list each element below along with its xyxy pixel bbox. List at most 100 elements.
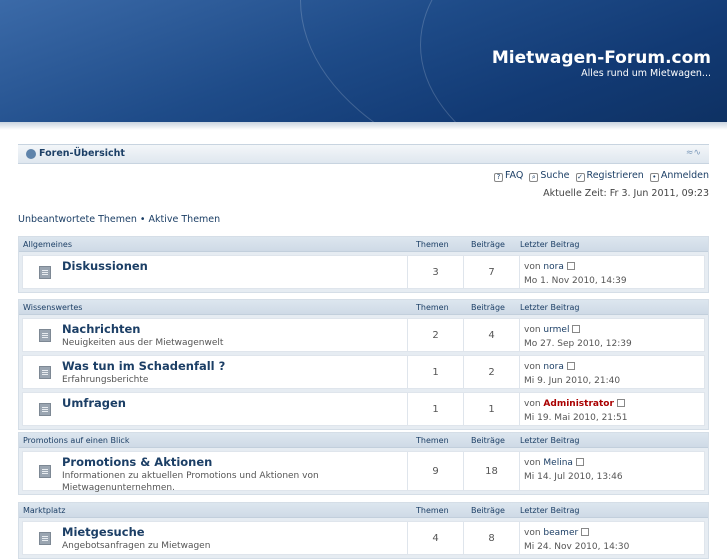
last-post-date: Mo 1. Nov 2010, 14:39 [524, 276, 627, 286]
faq-link[interactable]: ? FAQ [493, 170, 523, 182]
post-count: 8 [463, 522, 519, 554]
last-post-author[interactable]: urmel [543, 325, 569, 335]
forum-title[interactable]: Diskussionen [62, 259, 148, 273]
col-posts: Beiträge [471, 303, 505, 312]
by-prefix: von [524, 262, 541, 272]
search-link[interactable]: ⌕ Suche [529, 170, 570, 182]
login-link[interactable]: • Anmelden [649, 170, 709, 182]
site-description: Alles rund um Mietwagen... [581, 68, 711, 79]
forum-row: Mietgesuche Angebotsanfragen zu Mietwage… [22, 521, 705, 555]
last-post: von beamer Mi 24. Nov 2010, 14:30 [519, 522, 711, 554]
category-title[interactable]: Allgemeines [23, 240, 72, 249]
site-header: Mietwagen-Forum.com Alles rund um Mietwa… [0, 0, 727, 122]
by-prefix: von [524, 399, 541, 409]
view-latest-post-icon[interactable] [581, 528, 590, 536]
view-latest-post-icon[interactable] [575, 458, 584, 466]
category-header: Promotions auf einen Blick Themen Beiträ… [19, 433, 708, 448]
last-post-author[interactable]: Administrator [543, 399, 613, 409]
col-posts: Beiträge [471, 506, 505, 515]
last-post-author[interactable]: beamer [543, 528, 578, 538]
last-post: von nora Mo 1. Nov 2010, 14:39 [519, 256, 711, 288]
breadcrumb[interactable]: Foren-Übersicht [26, 148, 125, 159]
last-post-author[interactable]: nora [543, 262, 563, 272]
forum-row: Diskussionen 3 7 von nora Mo 1. Nov 2010… [22, 255, 705, 289]
search-icon: ⌕ [529, 173, 539, 182]
forum-title[interactable]: Umfragen [62, 396, 126, 410]
last-post-date: Mi 19. Mai 2010, 21:51 [524, 413, 628, 423]
col-topics: Themen [416, 506, 449, 515]
forum-row: Umfragen 1 1 von Administrator Mi 19. Ma… [22, 392, 705, 426]
post-count: 2 [463, 356, 519, 388]
forum-index-link[interactable]: Foren-Übersicht [39, 148, 125, 159]
view-latest-post-icon[interactable] [566, 362, 575, 370]
post-count: 7 [463, 256, 519, 288]
forum-description: Informationen zu aktuellen Promotions un… [62, 471, 319, 493]
category-title[interactable]: Wissenswertes [23, 303, 82, 312]
topic-count: 3 [407, 256, 463, 288]
category-allgemeines: Allgemeines Themen Beiträge Letzter Beit… [18, 236, 709, 293]
register-link[interactable]: ✓ Registrieren [575, 170, 644, 182]
current-time: Aktuelle Zeit: Fr 3. Jun 2011, 09:23 [543, 188, 709, 199]
last-post-author[interactable]: Melina [543, 458, 573, 468]
category-header: Wissenswertes Themen Beiträge Letzter Be… [19, 300, 708, 315]
separator: • [139, 214, 146, 225]
unanswered-topics-link[interactable]: Unbeantwortete Themen [18, 214, 137, 225]
forum-row: Nachrichten Neuigkeiten aus der Mietwage… [22, 318, 705, 352]
topic-count: 9 [407, 452, 463, 490]
forum-description: Erfahrungsberichte [62, 375, 149, 385]
last-post-date: Mo 27. Sep 2010, 12:39 [524, 339, 632, 349]
forum-row: Was tun im Schadenfall ? Erfahrungsberic… [22, 355, 705, 389]
view-latest-post-icon[interactable] [572, 325, 581, 333]
last-post-author[interactable]: nora [543, 362, 563, 372]
help-icon: ? [493, 173, 503, 182]
header-shadow [0, 122, 727, 130]
category-header: Allgemeines Themen Beiträge Letzter Beit… [19, 237, 708, 252]
last-post: von nora Mi 9. Jun 2010, 21:40 [519, 356, 711, 388]
col-last: Letzter Beitrag [520, 303, 580, 312]
forum-icon [39, 329, 51, 342]
view-latest-post-icon[interactable] [566, 262, 575, 270]
post-count: 4 [463, 319, 519, 351]
quick-links: Unbeantwortete Themen • Aktive Themen [18, 214, 220, 225]
forum-icon [39, 366, 51, 379]
topic-count: 1 [407, 356, 463, 388]
category-wissenswertes: Wissenswertes Themen Beiträge Letzter Be… [18, 299, 709, 430]
by-prefix: von [524, 528, 541, 538]
col-topics: Themen [416, 303, 449, 312]
forum-description: Neuigkeiten aus der Mietwagenwelt [62, 338, 224, 348]
last-post-date: Mi 9. Jun 2010, 21:40 [524, 376, 621, 386]
last-post-date: Mi 14. Jul 2010, 13:46 [524, 472, 623, 482]
category-header: Marktplatz Themen Beiträge Letzter Beitr… [19, 503, 708, 518]
forum-title[interactable]: Promotions & Aktionen [62, 455, 212, 469]
home-icon [26, 148, 36, 159]
col-posts: Beiträge [471, 436, 505, 445]
navbar: Foren-Übersicht ≈∿ [18, 144, 709, 164]
by-prefix: von [524, 362, 541, 372]
forum-icon [39, 532, 51, 545]
col-last: Letzter Beitrag [520, 506, 580, 515]
forum-description: Angebotsanfragen zu Mietwagen [62, 541, 211, 551]
forum-title[interactable]: Mietgesuche [62, 525, 145, 539]
forum-icon [39, 465, 51, 478]
col-last: Letzter Beitrag [520, 436, 580, 445]
register-icon: ✓ [575, 173, 585, 182]
forum-icon [39, 403, 51, 416]
topic-count: 2 [407, 319, 463, 351]
by-prefix: von [524, 458, 541, 468]
category-marktplatz: Marktplatz Themen Beiträge Letzter Beitr… [18, 502, 709, 559]
forum-title[interactable]: Nachrichten [62, 322, 141, 336]
topic-count: 4 [407, 522, 463, 554]
last-post-date: Mi 24. Nov 2010, 14:30 [524, 542, 630, 552]
col-last: Letzter Beitrag [520, 240, 580, 249]
active-topics-link[interactable]: Aktive Themen [149, 214, 221, 225]
forum-title[interactable]: Was tun im Schadenfall ? [62, 359, 225, 373]
collapse-icon[interactable]: ≈∿ [686, 148, 701, 158]
post-count: 18 [463, 452, 519, 490]
col-topics: Themen [416, 240, 449, 249]
by-prefix: von [524, 325, 541, 335]
category-title[interactable]: Promotions auf einen Blick [23, 436, 129, 445]
category-title[interactable]: Marktplatz [23, 506, 65, 515]
site-title[interactable]: Mietwagen-Forum.com [492, 48, 711, 68]
view-latest-post-icon[interactable] [616, 399, 625, 407]
last-post: von Melina Mi 14. Jul 2010, 13:46 [519, 452, 711, 490]
